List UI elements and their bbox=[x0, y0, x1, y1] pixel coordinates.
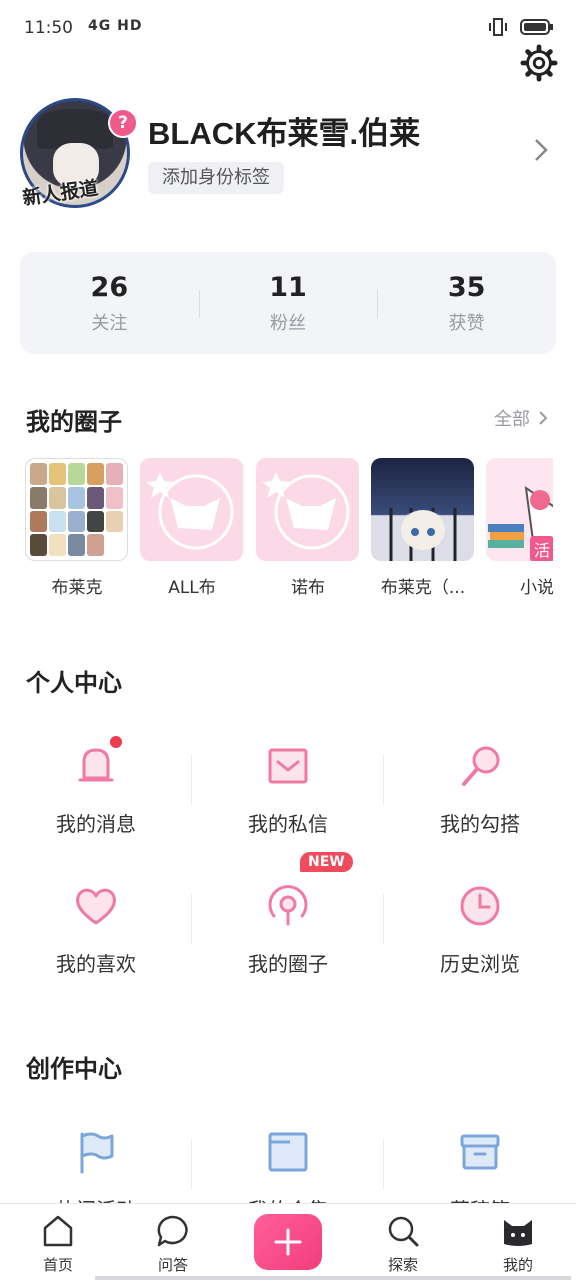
archive-box-icon bbox=[456, 1128, 504, 1176]
creation-center-title: 创作中心 bbox=[26, 1055, 122, 1083]
circles-list: 布莱克 ALL布 诺布 布莱克（... 活 小说 bbox=[25, 458, 553, 598]
status-icons bbox=[486, 16, 554, 38]
username[interactable]: BLACK布莱雪.伯莱 bbox=[148, 108, 420, 153]
activity-badge: 活 bbox=[530, 536, 553, 561]
circle-thumbnail bbox=[371, 458, 474, 561]
cat-mascot-icon bbox=[146, 472, 234, 550]
feature-label: 我的消息 bbox=[56, 812, 136, 836]
heart-icon bbox=[72, 882, 120, 930]
stat-following[interactable]: 26 关注 bbox=[20, 252, 199, 354]
circle-thumbnail bbox=[140, 458, 243, 561]
chevron-right-icon bbox=[539, 411, 548, 425]
stat-label: 粉丝 bbox=[270, 313, 306, 334]
circle-item[interactable]: 活 小说 bbox=[486, 458, 553, 598]
bottom-nav: 首页 问答 探索 我的 bbox=[0, 1203, 576, 1281]
my-messages-button[interactable]: 我的消息 bbox=[0, 736, 192, 837]
circle-thumbnail bbox=[25, 458, 128, 561]
circle-name: 布莱克 bbox=[51, 578, 103, 598]
stat-number: 35 bbox=[447, 272, 486, 303]
chevron-right-icon[interactable] bbox=[534, 138, 548, 162]
battery-icon bbox=[520, 19, 553, 35]
chat-bubble-icon bbox=[157, 1215, 188, 1247]
status-time: 11:50 bbox=[24, 18, 73, 38]
circle-name: 小说 bbox=[520, 578, 553, 598]
circle-item[interactable]: 诺布 bbox=[256, 458, 360, 598]
plus-icon bbox=[274, 1228, 302, 1256]
circle-thumbnail: 活 bbox=[486, 458, 553, 561]
circle-name: 诺布 bbox=[291, 578, 325, 598]
nav-label: 我的 bbox=[502, 1256, 533, 1274]
stat-number: 26 bbox=[90, 272, 129, 303]
home-icon bbox=[43, 1215, 73, 1247]
flag-icon bbox=[72, 1128, 120, 1176]
cat-mascot-icon bbox=[262, 472, 350, 550]
cat-face-icon bbox=[504, 1220, 532, 1246]
personal-center-title: 个人中心 bbox=[26, 669, 122, 697]
nav-qa[interactable]: 问答 bbox=[133, 1214, 213, 1275]
nav-home[interactable]: 首页 bbox=[18, 1214, 98, 1275]
circle-item[interactable]: 布莱克 bbox=[25, 458, 129, 598]
broadcast-icon: NEW bbox=[264, 852, 353, 930]
network-status: 4G HD bbox=[88, 18, 143, 34]
my-private-messages-button[interactable]: 我的私信 bbox=[192, 742, 384, 837]
help-badge-icon[interactable]: ? bbox=[108, 108, 138, 138]
new-badge: NEW bbox=[300, 852, 353, 872]
nav-label: 问答 bbox=[157, 1256, 188, 1274]
my-circles-button[interactable]: NEW 我的圈子 bbox=[192, 852, 384, 977]
create-post-button[interactable] bbox=[254, 1214, 322, 1270]
circle-thumbnail bbox=[256, 458, 359, 561]
stats-card: 26 关注 11 粉丝 35 获赞 bbox=[20, 252, 556, 354]
nav-label: 首页 bbox=[42, 1256, 73, 1274]
my-likes-button[interactable]: 我的喜欢 bbox=[0, 882, 192, 977]
circles-section-title: 我的圈子 bbox=[26, 408, 122, 436]
stat-label: 关注 bbox=[91, 313, 128, 334]
history-button[interactable]: 历史浏览 bbox=[384, 882, 576, 977]
clock-icon bbox=[456, 882, 504, 930]
lollipop-icon bbox=[456, 742, 504, 790]
add-identity-tag-button[interactable]: 添加身份标签 bbox=[148, 162, 284, 194]
feature-label: 我的喜欢 bbox=[56, 952, 136, 976]
view-all-label: 全部 bbox=[494, 409, 530, 430]
folder-icon bbox=[264, 1128, 312, 1176]
unread-dot bbox=[110, 736, 122, 748]
feature-label: 我的私信 bbox=[248, 812, 328, 836]
nav-label: 探索 bbox=[387, 1256, 418, 1274]
stat-fans[interactable]: 11 粉丝 bbox=[198, 252, 378, 354]
view-all-circles-link[interactable]: 全部 bbox=[494, 405, 548, 431]
vibrate-icon bbox=[489, 18, 507, 36]
home-indicator bbox=[95, 1276, 571, 1280]
bell-icon bbox=[72, 736, 122, 790]
stat-number: 11 bbox=[269, 272, 307, 303]
circle-name: 布莱克（... bbox=[380, 578, 466, 598]
nav-mine[interactable]: 我的 bbox=[478, 1214, 558, 1275]
nav-explore[interactable]: 探索 bbox=[363, 1214, 443, 1275]
mail-icon bbox=[264, 742, 312, 790]
search-icon bbox=[388, 1216, 419, 1247]
circle-item[interactable]: 布莱克（... bbox=[371, 458, 475, 598]
gear-icon[interactable] bbox=[520, 44, 558, 82]
feature-label: 我的圈子 bbox=[248, 952, 328, 976]
stat-likes[interactable]: 35 获赞 bbox=[377, 252, 556, 354]
feature-label: 历史浏览 bbox=[440, 952, 520, 976]
stat-label: 获赞 bbox=[448, 313, 485, 334]
character-art-icon bbox=[389, 508, 457, 561]
my-hookups-button[interactable]: 我的勾搭 bbox=[384, 742, 576, 837]
circle-name: ALL布 bbox=[168, 578, 216, 598]
circle-item[interactable]: ALL布 bbox=[140, 458, 244, 598]
feature-label: 我的勾搭 bbox=[440, 812, 520, 836]
